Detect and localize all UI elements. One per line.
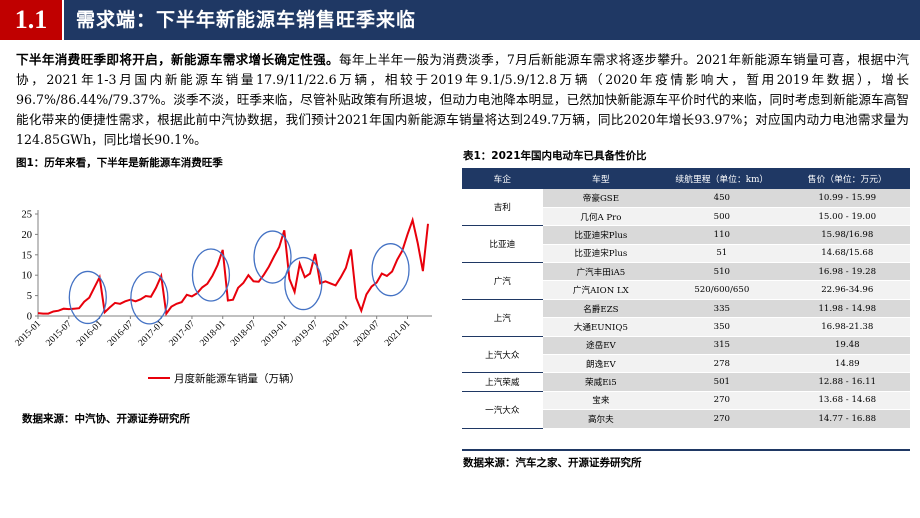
x-tick-label: 2020-01 (322, 319, 352, 349)
table-source: 数据来源：汽车之家、开源证券研究所 (463, 457, 642, 469)
paragraph-lead: 下半年消费旺季即将开启，新能源车需求增长确定性强。 (16, 52, 339, 67)
cell-price: 15.98/16.98 (784, 225, 910, 245)
cell-price: 14.89 (784, 354, 910, 374)
header-brand: 车企 (462, 168, 543, 189)
cell-price: 13.68 - 14.68 (784, 391, 910, 411)
cell-brand: 广汽 (462, 262, 543, 300)
cell-price: 10.99 - 15.99 (784, 189, 910, 208)
cell-model: 几何A Pro (542, 207, 660, 227)
table-row: 上汽荣威 荣威Ei5 501 12.88 - 16.11 (462, 372, 910, 392)
cell-range: 501 (659, 372, 785, 392)
cell-brand: 吉利 (462, 189, 543, 227)
cell-price: 15.00 - 19.00 (784, 207, 910, 227)
page-title: 需求端：下半年新能源车销售旺季来临 (76, 9, 417, 31)
cell-price: 16.98 - 19.28 (784, 262, 910, 282)
x-tick-label: 2021-01 (383, 319, 413, 349)
cell-model: 广汽丰田iA5 (542, 262, 660, 282)
table-row: 一汽大众 宝来 270 13.68 - 14.68 (462, 391, 910, 429)
cell-brand: 上汽 (462, 299, 543, 337)
cell-price: 12.88 - 16.11 (784, 372, 910, 392)
y-tick-label: 15 (22, 250, 33, 261)
x-tick-label: 2018-01 (198, 319, 228, 349)
cell-range: 278 (659, 354, 785, 374)
highlight-ellipse (371, 243, 410, 297)
cell-price: 14.68/15.68 (784, 244, 910, 264)
cell-brand: 上汽荣威 (462, 372, 543, 392)
series-line (37, 216, 429, 317)
cell-model: 名爵EZS (542, 299, 660, 319)
cell-price: 14.77 - 16.88 (784, 409, 910, 429)
legend-label: 月度新能源车销量（万辆） (174, 372, 300, 385)
x-tick-label: 2018-07 (229, 319, 259, 349)
y-tick-label: 0 (27, 312, 32, 323)
cell-range: 510 (659, 262, 785, 282)
table-row: 上汽大众 途岳EV 315 19.48 (462, 336, 910, 374)
highlight-ellipse (191, 248, 231, 302)
cell-model: 广汽AION LX (542, 280, 660, 300)
cell-model: 荣威Ei5 (542, 372, 660, 392)
cell-price: 22.96-34.96 (784, 280, 910, 300)
cell-model: 宝来 (542, 391, 660, 411)
x-tick-label: 2015-07 (44, 319, 74, 349)
x-tick-label: 2017-07 (168, 319, 198, 349)
cell-model: 帝豪GSE (542, 189, 660, 208)
sales-line-chart: 05101520252015-01 2015-07 2016-01 2016-07 20… (14, 210, 432, 385)
cell-price: 19.48 (784, 336, 910, 356)
intro-paragraph: 下半年消费旺季即将开启，新能源车需求增长确定性强。每年上半年一般为消费淡季，7月… (16, 50, 909, 150)
cell-range: 110 (659, 225, 785, 245)
cell-model: 大通EUNIQ5 (542, 317, 660, 337)
table-row: 上汽 名爵EZS 335 11.98 - 14.98 (462, 299, 910, 337)
ev-price-table: 车企 车型 续航里程（单位：km） 售价（单位：万元） 吉利 帝豪GSE 450 10… (462, 168, 910, 429)
cell-range: 520/600/650 (659, 280, 785, 300)
cell-model: 比亚迪宋Plus (542, 225, 660, 245)
cell-price: 16.98-21.38 (784, 317, 910, 337)
table-row: 比亚迪 比亚迪宋Plus 110 15.98/16.98 (462, 225, 910, 264)
cell-range: 350 (659, 317, 785, 337)
table-title: 表1：2021年国内电动车已具备性价比 (463, 150, 647, 162)
table-header-row: 车企 车型 续航里程（单位：km） 售价（单位：万元） (462, 168, 910, 189)
cell-model: 高尔夫 (542, 409, 660, 429)
header-range: 续航里程（单位：km） (659, 168, 785, 189)
y-tick-label: 25 (22, 210, 33, 221)
cell-range: 335 (659, 299, 785, 319)
cell-brand: 比亚迪 (462, 225, 543, 264)
cell-model: 朗逸EV (542, 354, 660, 374)
cell-range: 270 (659, 391, 785, 411)
cell-brand: 上汽大众 (462, 336, 543, 374)
header-model: 车型 (542, 168, 660, 189)
x-tick-label: 2016-07 (106, 319, 136, 349)
table-row: 吉利 帝豪GSE 450 10.99 - 15.99 (462, 189, 910, 227)
x-tick-label: 2020-07 (352, 319, 382, 349)
table-row: 广汽 广汽丰田iA5 510 16.98 - 19.28 (462, 262, 910, 300)
cell-model: 途岳EV (542, 336, 660, 356)
x-tick-label: 2015-01 (14, 319, 44, 349)
cell-range: 450 (659, 189, 785, 208)
table-bottom-rule (462, 449, 910, 451)
x-tick-label: 2019-07 (291, 319, 321, 349)
cell-range: 500 (659, 207, 785, 227)
cell-model: 比亚迪宋Plus (542, 244, 660, 264)
y-tick-label: 20 (22, 230, 33, 241)
y-tick-label: 10 (22, 271, 33, 282)
y-tick-label: 5 (27, 291, 32, 302)
cell-brand: 一汽大众 (462, 391, 543, 429)
header-price: 售价（单位：万元） (784, 168, 910, 189)
figure-source: 数据来源：中汽协、开源证券研究所 (22, 413, 190, 425)
cell-price: 11.98 - 14.98 (784, 299, 910, 319)
section-number-badge: 1.1 (0, 0, 62, 40)
cell-range: 315 (659, 336, 785, 356)
cell-range: 270 (659, 409, 785, 429)
x-tick-label: 2019-01 (260, 319, 290, 349)
cell-range: 51 (659, 244, 785, 264)
